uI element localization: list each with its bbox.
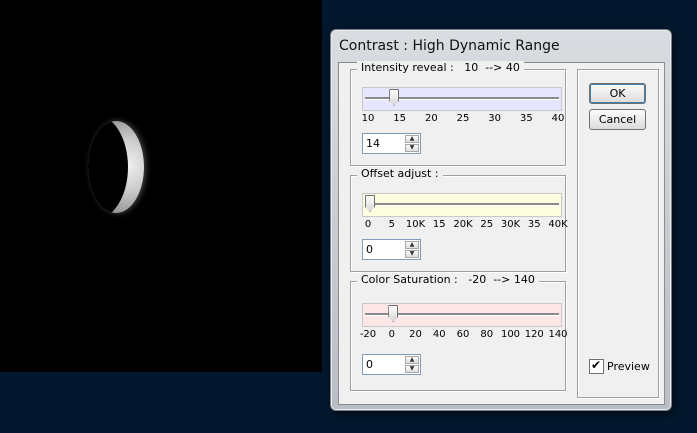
offset-tick-label: 15	[432, 219, 446, 230]
intensity-reveal-title: Intensity reveal : 10 --> 40	[357, 61, 524, 74]
action-panel: OK Cancel ✔ Preview	[577, 69, 659, 398]
offset-tick-label: 5	[388, 219, 395, 230]
saturation-slider-thumb[interactable]	[388, 305, 399, 322]
slider-groove	[365, 203, 559, 206]
ok-button[interactable]: OK	[589, 83, 646, 104]
intensity-spin-up-button[interactable]: ▲	[405, 135, 419, 143]
offset-tick-label: 20K	[453, 219, 473, 230]
intensity-tick-label: 30	[488, 113, 502, 124]
offset-tick-label: 0	[364, 219, 372, 230]
preview-checkbox[interactable]: ✔	[589, 358, 604, 374]
offset-spin-down-button[interactable]: ▼	[405, 250, 419, 258]
intensity-tick-labels: 10 15 20 25 30 35 40	[351, 113, 565, 127]
saturation-spin-up-button[interactable]: ▲	[405, 356, 419, 364]
color-saturation-title: Color Saturation : -20 --> 140	[357, 273, 539, 286]
cancel-button[interactable]: Cancel	[589, 109, 646, 130]
offset-tick-label: 25	[480, 219, 494, 230]
saturation-tick-label: 140	[548, 329, 568, 340]
saturation-tick-label: 40	[432, 329, 446, 340]
saturation-tick-label: -20	[359, 329, 377, 340]
offset-tick-labels: 0 5 10K 15 20K 25 30K 35 40K	[351, 219, 568, 233]
dialog-title: Contrast : High Dynamic Range	[339, 38, 560, 54]
offset-adjust-group: Offset adjust : 0 5 10K 15 20K 25 30K 35 40K 0 ▲…	[350, 167, 568, 272]
saturation-tick-label: 60	[456, 329, 470, 340]
dialog-client-area: Intensity reveal : 10 --> 40 10 15 20 25 30 3…	[338, 61, 665, 405]
offset-tick-label: 40K	[548, 219, 568, 230]
intensity-slider-thumb[interactable]	[389, 89, 400, 106]
intensity-spinbox[interactable]: 14 ▲ ▼	[362, 133, 421, 154]
intensity-tick-label: 25	[456, 113, 470, 124]
intensity-tick-label: 15	[393, 113, 407, 124]
planet-crescent-image	[88, 121, 144, 213]
saturation-value-input[interactable]: 0	[366, 358, 402, 371]
saturation-tick-label: 120	[524, 329, 544, 340]
saturation-tick-label: 0	[388, 329, 395, 340]
intensity-reveal-group: Intensity reveal : 10 --> 40 10 15 20 25 30 3…	[350, 61, 566, 166]
saturation-spinbox[interactable]: 0 ▲ ▼	[362, 354, 421, 375]
title-bar[interactable]: Contrast : High Dynamic Range	[331, 30, 671, 62]
offset-value-input[interactable]: 0	[366, 243, 402, 256]
intensity-value-input[interactable]: 14	[366, 137, 402, 150]
contrast-dialog: Contrast : High Dynamic Range Intensity …	[330, 29, 672, 411]
saturation-tick-label: 20	[409, 329, 422, 340]
checkmark-icon: ✔	[591, 358, 602, 372]
planet-shadow	[88, 121, 128, 213]
offset-tick-label: 30K	[500, 219, 521, 230]
intensity-tick-label: 20	[424, 113, 438, 124]
preview-label[interactable]: Preview	[607, 360, 650, 373]
intensity-slider[interactable]	[362, 87, 562, 111]
offset-spinbox[interactable]: 0 ▲ ▼	[362, 239, 421, 260]
offset-slider-thumb[interactable]	[365, 195, 375, 212]
saturation-tick-label: 100	[500, 329, 521, 340]
offset-adjust-title: Offset adjust :	[357, 167, 443, 180]
saturation-tick-label: 80	[480, 329, 494, 340]
offset-slider[interactable]	[362, 193, 562, 217]
intensity-tick-label: 35	[519, 113, 533, 124]
saturation-tick-labels: -20 0 20 40 60 80 100 120 140	[351, 329, 568, 343]
saturation-slider[interactable]	[362, 303, 562, 327]
image-viewer	[0, 0, 322, 372]
saturation-spin-down-button[interactable]: ▼	[405, 365, 419, 373]
offset-tick-label: 35	[527, 219, 541, 230]
offset-spin-up-button[interactable]: ▲	[405, 241, 419, 249]
intensity-tick-label: 10	[361, 113, 375, 124]
color-saturation-group: Color Saturation : -20 --> 140 -20 0 20 40 6…	[350, 273, 568, 391]
intensity-spin-down-button[interactable]: ▼	[405, 144, 419, 152]
intensity-tick-label: 40	[551, 113, 565, 124]
offset-tick-label: 10K	[405, 219, 426, 230]
